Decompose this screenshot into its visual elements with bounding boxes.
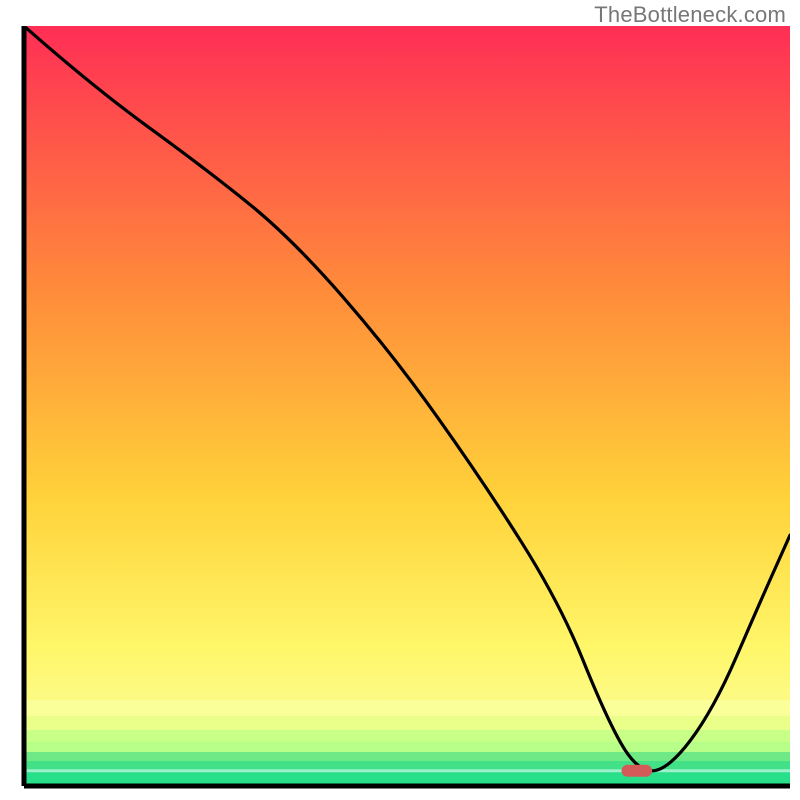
band-green1	[24, 761, 790, 769]
chart-stage: TheBottleneck.com	[0, 0, 800, 800]
gradient-fill	[24, 26, 790, 786]
bottleneck-chart	[0, 0, 800, 800]
band-yellow-green	[24, 730, 790, 742]
band-lime	[24, 742, 790, 752]
optimum-marker	[622, 765, 653, 777]
band-cream	[24, 700, 790, 716]
band-light-yellow	[24, 716, 790, 730]
